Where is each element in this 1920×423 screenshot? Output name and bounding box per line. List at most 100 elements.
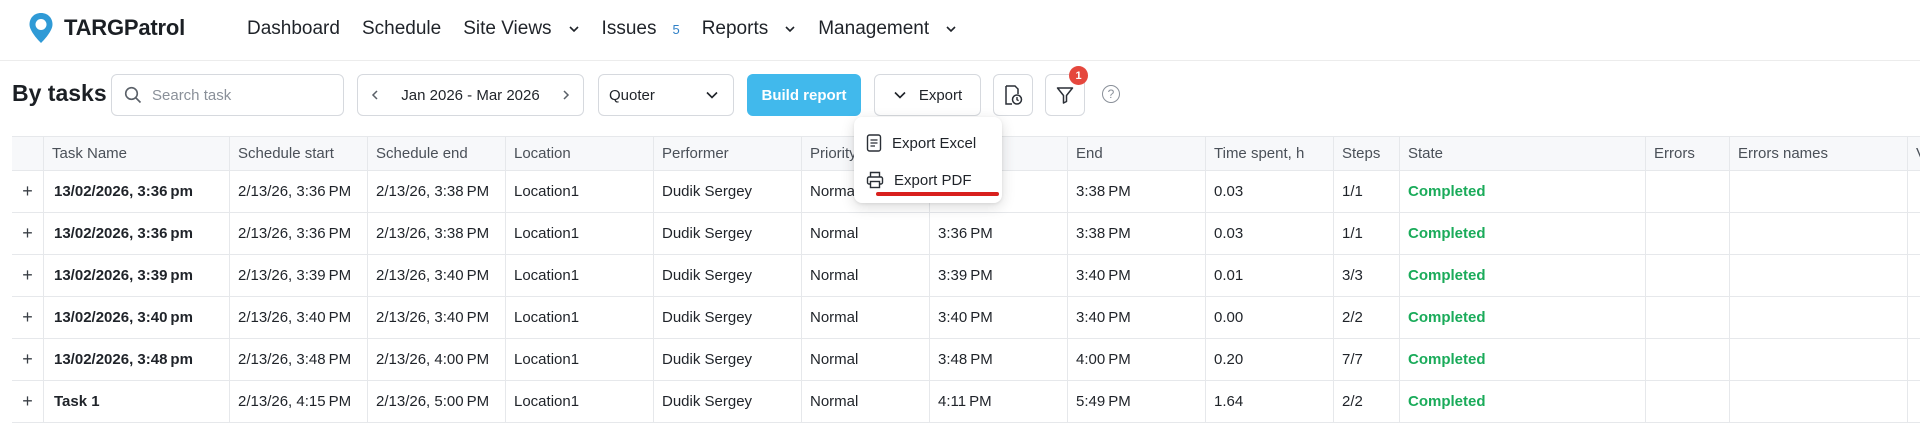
table-cell: 0.01 <box>1206 255 1334 296</box>
help-icon[interactable]: ? <box>1102 85 1120 103</box>
expand-row-icon[interactable]: + <box>12 255 44 296</box>
table-cell <box>1730 339 1908 380</box>
table-cell: 4:00 PM <box>1068 339 1206 380</box>
table-row[interactable]: + Task 1 2/13/26, 4:15 PM 2/13/26, 5:00 PM L… <box>12 381 1920 423</box>
table-cell: Dudik Sergey <box>654 381 802 422</box>
expand-row-icon[interactable]: + <box>12 213 44 254</box>
task-name-cell: 13/02/2026, 3:36 pm <box>44 213 230 254</box>
nav-management-label: Management <box>818 18 930 39</box>
table-cell: Normal <box>802 255 930 296</box>
column-header[interactable]: V <box>1908 137 1920 170</box>
state-cell: Completed <box>1400 255 1646 296</box>
column-header[interactable]: Time spent, h <box>1206 137 1334 170</box>
main-nav: Dashboard Schedule Site Views Issues 5 R… <box>247 0 979 58</box>
chevron-down-icon <box>706 91 718 99</box>
search-input[interactable] <box>152 86 332 104</box>
table-cell: Location1 <box>506 297 654 338</box>
nav-management[interactable]: Management <box>818 18 957 40</box>
column-header[interactable]: Performer <box>654 137 802 170</box>
column-header[interactable]: Errors names <box>1730 137 1908 170</box>
table-cell <box>1908 255 1920 296</box>
column-header[interactable]: Task Name <box>44 137 230 170</box>
nav-reports-label: Reports <box>701 18 769 39</box>
table-cell <box>1908 381 1920 422</box>
table-cell <box>1646 297 1730 338</box>
table-cell <box>1730 381 1908 422</box>
table-cell: 3:38 PM <box>1068 171 1206 212</box>
state-cell: Completed <box>1400 171 1646 212</box>
printer-icon <box>866 171 884 189</box>
role-select[interactable]: Quoter <box>598 74 734 116</box>
table-cell: Dudik Sergey <box>654 255 802 296</box>
page-title: By tasks <box>12 80 107 106</box>
nav-schedule[interactable]: Schedule <box>362 18 441 40</box>
report-toolbar: By tasks Jan 2026 - Mar 2026 Quoter Buil… <box>0 66 1920 116</box>
chevron-down-icon <box>894 91 906 99</box>
expand-row-icon[interactable]: + <box>12 339 44 380</box>
table-row[interactable]: +13/02/2026, 3:40 pm 2/13/26, 3:40 PM 2/13… <box>12 297 1920 339</box>
filter-count-badge: 1 <box>1069 66 1088 85</box>
chevron-down-icon <box>568 26 579 33</box>
state-cell: Completed <box>1400 381 1646 422</box>
table-cell: 2/13/26, 3:40 PM <box>368 297 506 338</box>
column-header[interactable]: State <box>1400 137 1646 170</box>
table-cell: 7/7 <box>1334 339 1400 380</box>
date-range-picker[interactable]: Jan 2026 - Mar 2026 <box>357 74 584 116</box>
column-header[interactable]: Errors <box>1646 137 1730 170</box>
table-cell: Location1 <box>506 339 654 380</box>
export-pdf-item[interactable]: Export PDF <box>866 166 972 194</box>
table-cell: Location1 <box>506 381 654 422</box>
export-button-label: Export <box>918 86 963 104</box>
top-navbar: TARGPatrol Dashboard Schedule Site Views… <box>0 0 1920 61</box>
nav-site-views[interactable]: Site Views <box>463 18 579 40</box>
date-range-label: Jan 2026 - Mar 2026 <box>401 86 540 104</box>
search-box[interactable] <box>111 74 344 116</box>
table-cell: 0.03 <box>1206 213 1334 254</box>
table-cell <box>1908 297 1920 338</box>
table-row[interactable]: +13/02/2026, 3:36 pm 2/13/26, 3:36 PM 2/13… <box>12 213 1920 255</box>
export-excel-item[interactable]: Export Excel <box>866 129 976 157</box>
build-report-button[interactable]: Build report <box>747 74 861 116</box>
table-cell: 2/13/26, 4:15 PM <box>230 381 368 422</box>
export-button[interactable]: Export <box>874 74 981 116</box>
expand-row-icon[interactable]: + <box>12 381 44 422</box>
table-cell <box>1908 171 1920 212</box>
table-cell: 2/13/26, 4:00 PM <box>368 339 506 380</box>
nav-issues[interactable]: Issues 5 <box>602 18 680 40</box>
column-header[interactable]: Schedule end <box>368 137 506 170</box>
expand-row-icon[interactable]: + <box>12 171 44 212</box>
column-header[interactable]: Location <box>506 137 654 170</box>
table-row[interactable]: +13/02/2026, 3:39 pm 2/13/26, 3:39 PM 2/13… <box>12 255 1920 297</box>
table-cell: 3:40 PM <box>1068 297 1206 338</box>
role-select-value: Quoter <box>609 86 655 104</box>
chevron-left-icon[interactable] <box>370 89 380 101</box>
chevron-right-icon[interactable] <box>561 89 571 101</box>
table-cell: 4:11 PM <box>930 381 1068 422</box>
table-cell: 0.00 <box>1206 297 1334 338</box>
table-cell: 2/13/26, 3:40 PM <box>368 255 506 296</box>
expand-row-icon[interactable]: + <box>12 297 44 338</box>
table-cell: Dudik Sergey <box>654 297 802 338</box>
filter-icon <box>1056 87 1074 104</box>
table-cell <box>1730 213 1908 254</box>
app-logo[interactable]: TARGPatrol <box>28 12 185 44</box>
table-cell <box>1730 297 1908 338</box>
column-header[interactable]: End <box>1068 137 1206 170</box>
scheduled-report-button[interactable] <box>993 74 1033 116</box>
table-cell: 1/1 <box>1334 213 1400 254</box>
filter-button[interactable]: 1 <box>1045 66 1088 116</box>
table-cell: 2/13/26, 3:39 PM <box>230 255 368 296</box>
table-cell <box>1730 255 1908 296</box>
file-icon <box>866 134 882 152</box>
column-header[interactable]: Schedule start <box>230 137 368 170</box>
table-cell: 3:38 PM <box>1068 213 1206 254</box>
table-cell: Location1 <box>506 255 654 296</box>
nav-reports[interactable]: Reports <box>702 18 797 40</box>
table-row[interactable]: +13/02/2026, 3:48 pm 2/13/26, 3:48 PM 2/13… <box>12 339 1920 381</box>
nav-dashboard[interactable]: Dashboard <box>247 18 340 40</box>
highlight-underline <box>876 192 999 196</box>
task-name-cell: 13/02/2026, 3:36 pm <box>44 171 230 212</box>
location-pin-icon <box>29 13 53 43</box>
search-icon <box>124 86 142 104</box>
column-header[interactable]: Steps <box>1334 137 1400 170</box>
